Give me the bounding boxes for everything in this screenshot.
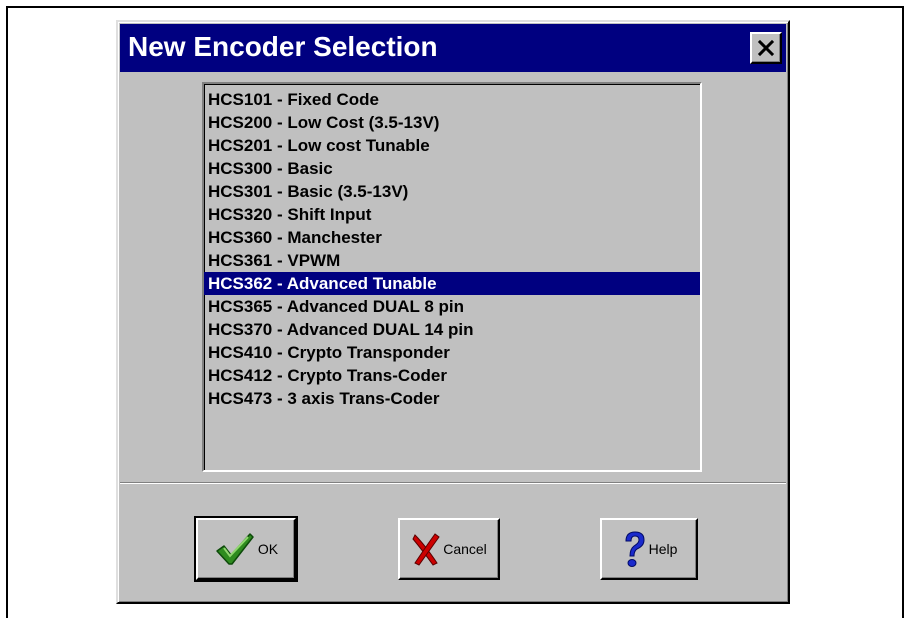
list-item[interactable]: HCS410 - Crypto Transponder <box>204 341 700 364</box>
question-mark-icon <box>621 529 647 569</box>
checkmark-icon <box>214 531 256 567</box>
list-item[interactable]: HCS301 - Basic (3.5-13V) <box>204 180 700 203</box>
new-encoder-selection-dialog: New Encoder Selection HCS101 - Fixed Cod… <box>116 20 790 604</box>
list-item[interactable]: HCS473 - 3 axis Trans-Coder <box>204 387 700 410</box>
help-label: Help <box>648 541 678 557</box>
close-icon <box>757 39 775 57</box>
cancel-button[interactable]: Cancel <box>398 518 500 580</box>
ok-button[interactable]: OK <box>194 516 298 582</box>
close-button[interactable] <box>750 32 782 64</box>
list-item[interactable]: HCS300 - Basic <box>204 157 700 180</box>
list-item[interactable]: HCS360 - Manchester <box>204 226 700 249</box>
list-item[interactable]: HCS320 - Shift Input <box>204 203 700 226</box>
frame-left-border <box>6 6 8 618</box>
encoder-listbox[interactable]: HCS101 - Fixed Code HCS200 - Low Cost (3.… <box>202 82 702 472</box>
frame-top-border <box>6 6 904 8</box>
help-button[interactable]: Help <box>600 518 698 580</box>
list-item[interactable]: HCS200 - Low Cost (3.5-13V) <box>204 111 700 134</box>
list-item[interactable]: HCS370 - Advanced DUAL 14 pin <box>204 318 700 341</box>
frame-right-border <box>902 6 904 618</box>
page-frame: New Encoder Selection HCS101 - Fixed Cod… <box>0 0 907 618</box>
list-item[interactable]: HCS201 - Low cost Tunable <box>204 134 700 157</box>
cancel-label: Cancel <box>443 541 487 557</box>
list-item[interactable]: HCS412 - Crypto Trans-Coder <box>204 364 700 387</box>
list-item[interactable]: HCS365 - Advanced DUAL 8 pin <box>204 295 700 318</box>
ok-label: OK <box>257 541 279 557</box>
red-x-icon <box>411 531 441 567</box>
title-bar[interactable]: New Encoder Selection <box>120 24 786 72</box>
dialog-title: New Encoder Selection <box>128 31 438 62</box>
list-item[interactable]: HCS362 - Advanced Tunable <box>204 272 700 295</box>
list-item[interactable]: HCS101 - Fixed Code <box>204 88 700 111</box>
list-item[interactable]: HCS361 - VPWM <box>204 249 700 272</box>
separator <box>120 482 786 484</box>
